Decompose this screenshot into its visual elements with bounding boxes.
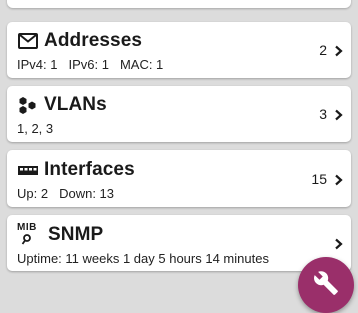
- addresses-card[interactable]: Addresses IPv4: 1 IPv6: 1 MAC: 1 2: [7, 22, 351, 78]
- vlans-title: VLANs: [44, 94, 107, 115]
- interfaces-card[interactable]: Interfaces Up: 2 Down: 13 15: [7, 150, 351, 207]
- mib-icon: MIB: [17, 222, 43, 247]
- chevron-right-icon: [334, 44, 343, 57]
- interfaces-summary: Up: 2 Down: 13: [17, 186, 114, 201]
- snmp-uptime: Uptime: 11 weeks 1 day 5 hours 14 minute…: [17, 251, 269, 266]
- envelope-icon: [17, 30, 39, 52]
- addresses-title: Addresses: [44, 30, 143, 51]
- interfaces-down: Down: 13: [59, 186, 114, 201]
- interfaces-title: Interfaces: [44, 159, 135, 180]
- ethernet-port-icon: [17, 159, 39, 181]
- snmp-card[interactable]: MIB SNMP Uptime: 11 weeks 1 day 5 hours …: [7, 215, 351, 271]
- ipv6-count: IPv6: 1: [68, 57, 109, 72]
- chevron-right-icon: [334, 173, 343, 186]
- ipv4-count: IPv4: 1: [17, 57, 58, 72]
- vlans-card[interactable]: VLANs 1, 2, 3 3: [7, 86, 351, 142]
- tools-fab-button[interactable]: [298, 257, 354, 313]
- addresses-count: 2: [319, 42, 327, 58]
- vlan-list: 1, 2, 3: [17, 121, 54, 136]
- interfaces-up: Up: 2: [17, 186, 49, 201]
- previous-card-edge: [7, 0, 351, 8]
- mac-count: MAC: 1: [119, 57, 164, 72]
- addresses-summary: IPv4: 1 IPv6: 1 MAC: 1: [17, 57, 163, 72]
- wrench-icon: [313, 270, 339, 301]
- chevron-right-icon: [334, 237, 343, 250]
- snmp-title: SNMP: [48, 224, 104, 245]
- vlans-count: 3: [319, 106, 327, 122]
- interfaces-count: 15: [311, 171, 327, 187]
- hexagon-cluster-icon: [17, 94, 39, 116]
- chevron-right-icon: [334, 108, 343, 121]
